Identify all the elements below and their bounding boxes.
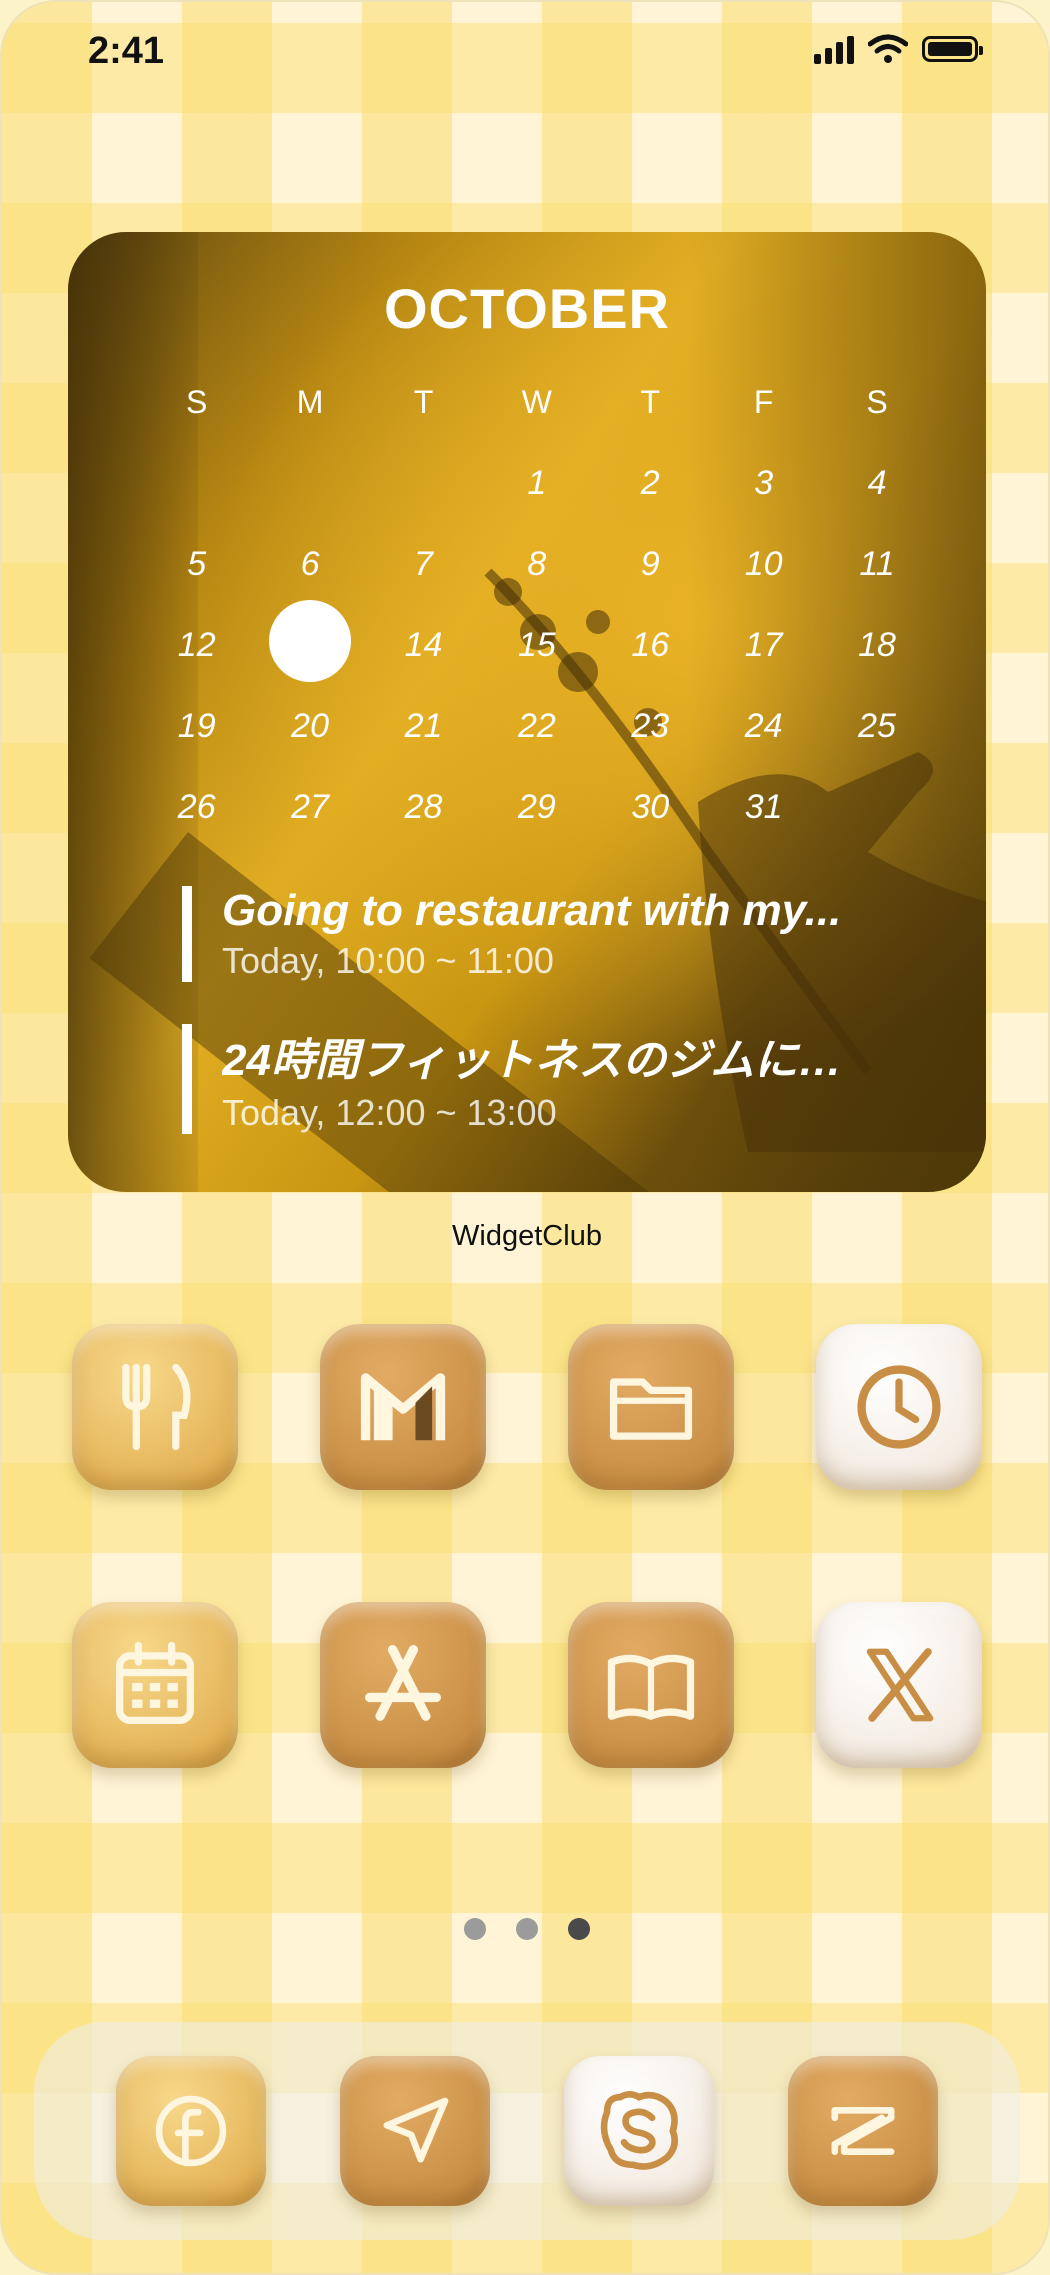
widget-label: WidgetClub xyxy=(452,1220,602,1252)
calendar-day[interactable]: 12 xyxy=(140,626,253,665)
gmail-icon xyxy=(360,1373,446,1441)
dock xyxy=(34,2022,1020,2240)
calendar-day[interactable]: 1 xyxy=(480,464,593,503)
calendar-weeks: 1 2 3 4 5 6 7 8 9 10 11 12 14 15 16 17 18 19 20 21 22 23 24 25 2… xyxy=(140,443,934,848)
calendar-week-row: 19 20 21 22 23 24 25 xyxy=(140,686,934,767)
status-time: 2:41 xyxy=(88,30,165,72)
maps-app[interactable] xyxy=(340,2056,490,2206)
event-title: Going to restaurant with my... xyxy=(222,886,842,935)
page-indicator[interactable] xyxy=(2,1918,1048,1940)
calendar-day[interactable]: 2 xyxy=(594,464,707,503)
page-dot[interactable] xyxy=(516,1918,538,1940)
calendar-day[interactable]: 28 xyxy=(367,788,480,827)
home-screen: 2:41 OCTOBER S M T W T F S 1 2 3 4 5 6 7… xyxy=(0,0,1050,2275)
x-app[interactable] xyxy=(816,1602,982,1768)
calendar-day[interactable]: 6 xyxy=(253,545,366,584)
weekday-label: F xyxy=(753,384,774,420)
restaurant-app[interactable] xyxy=(72,1324,238,1490)
calendar-icon xyxy=(116,1641,194,1724)
status-icons xyxy=(814,34,983,64)
calendar-week-row: 12 14 15 16 17 18 xyxy=(140,600,934,686)
calendar-week-row: 1234 xyxy=(140,443,934,524)
app-store-icon xyxy=(365,1644,441,1721)
app-store-app[interactable] xyxy=(320,1602,486,1768)
calendar-widget[interactable]: OCTOBER S M T W T F S 1 2 3 4 5 6 7 8 9 10 11 12 14 1… xyxy=(68,232,986,1192)
event-title: 24時間フィットネスのジムに… xyxy=(222,1036,843,1085)
event-time: Today, 12:00 ~ 13:00 xyxy=(222,1092,557,1133)
calendar-day[interactable]: 21 xyxy=(367,707,480,746)
event-time: Today, 10:00 ~ 11:00 xyxy=(222,940,554,981)
calendar-day[interactable]: 26 xyxy=(140,788,253,827)
battery-icon xyxy=(922,36,983,62)
calendar-app[interactable] xyxy=(72,1602,238,1768)
calendar-day[interactable]: 17 xyxy=(707,626,820,665)
fork-knife-icon xyxy=(122,1363,191,1451)
weekday-label: T xyxy=(413,384,434,420)
calendar-day[interactable]: 30 xyxy=(594,788,707,827)
folder-icon xyxy=(609,1378,693,1440)
calendar-day[interactable]: 18 xyxy=(820,626,933,665)
books-app[interactable] xyxy=(568,1602,734,1768)
capcut-icon xyxy=(831,2107,895,2155)
calendar-day[interactable]: 27 xyxy=(253,788,366,827)
weekday-label: W xyxy=(521,384,552,420)
skype-icon xyxy=(600,2091,678,2170)
calendar-day[interactable]: 23 xyxy=(594,707,707,746)
weekday-label: T xyxy=(640,384,661,420)
calendar-day[interactable]: 20 xyxy=(253,707,366,746)
calendar-day[interactable]: 24 xyxy=(707,707,820,746)
page-dot-active[interactable] xyxy=(568,1918,590,1940)
calendar-day[interactable]: 22 xyxy=(480,707,593,746)
calendar-week-row: 5 6 7 8 9 10 11 xyxy=(140,524,934,605)
files-app[interactable] xyxy=(568,1324,734,1490)
calendar-day[interactable]: 25 xyxy=(820,707,933,746)
calendar-grid: S M T W T F S 1 2 3 4 5 6 7 8 9 10 11 12 14 15 16 17 18 1… xyxy=(140,362,934,848)
navigation-arrow-icon xyxy=(383,2097,449,2163)
facebook-icon xyxy=(155,2095,227,2167)
calendar-day[interactable]: 16 xyxy=(594,626,707,665)
calendar-day[interactable]: 8 xyxy=(480,545,593,584)
page-dot[interactable] xyxy=(464,1918,486,1940)
calendar-day[interactable]: 19 xyxy=(140,707,253,746)
calendar-day[interactable]: 29 xyxy=(480,788,593,827)
weekday-label: M xyxy=(296,384,324,420)
calendar-day[interactable]: 14 xyxy=(367,626,480,665)
event-item[interactable]: 24時間フィットネスのジムに… Today, 12:00 ~ 13:00 xyxy=(182,1024,982,1134)
calendar-day-today[interactable] xyxy=(253,600,366,691)
weekday-label: S xyxy=(866,384,888,420)
weekday-label: S xyxy=(186,384,208,420)
calendar-day[interactable]: 9 xyxy=(594,545,707,584)
clock-icon xyxy=(857,1365,941,1449)
month-title: OCTOBER xyxy=(384,277,670,340)
calendar-day[interactable]: 15 xyxy=(480,626,593,665)
event-item[interactable]: Going to restaurant with my... Today, 10… xyxy=(182,886,982,982)
calendar-day[interactable]: 7 xyxy=(367,545,480,584)
clock-app[interactable] xyxy=(816,1324,982,1490)
cellular-signal-icon xyxy=(814,34,854,64)
calendar-week-row: 26 27 28 29 30 31 xyxy=(140,767,934,848)
gmail-app[interactable] xyxy=(320,1324,486,1490)
book-icon xyxy=(607,1654,695,1720)
calendar-day[interactable]: 11 xyxy=(820,545,933,584)
wifi-icon xyxy=(868,34,908,63)
today-marker xyxy=(269,600,352,682)
capcut-app[interactable] xyxy=(788,2056,938,2206)
calendar-day[interactable]: 31 xyxy=(707,788,820,827)
skype-app[interactable] xyxy=(564,2056,714,2206)
calendar-day[interactable]: 3 xyxy=(707,464,820,503)
x-icon xyxy=(866,1648,934,1722)
calendar-day[interactable]: 5 xyxy=(140,545,253,584)
weekday-header-row: S M T W T F S xyxy=(140,362,934,443)
calendar-day[interactable]: 10 xyxy=(707,545,820,584)
facebook-app[interactable] xyxy=(116,2056,266,2206)
calendar-day[interactable]: 4 xyxy=(820,464,933,503)
